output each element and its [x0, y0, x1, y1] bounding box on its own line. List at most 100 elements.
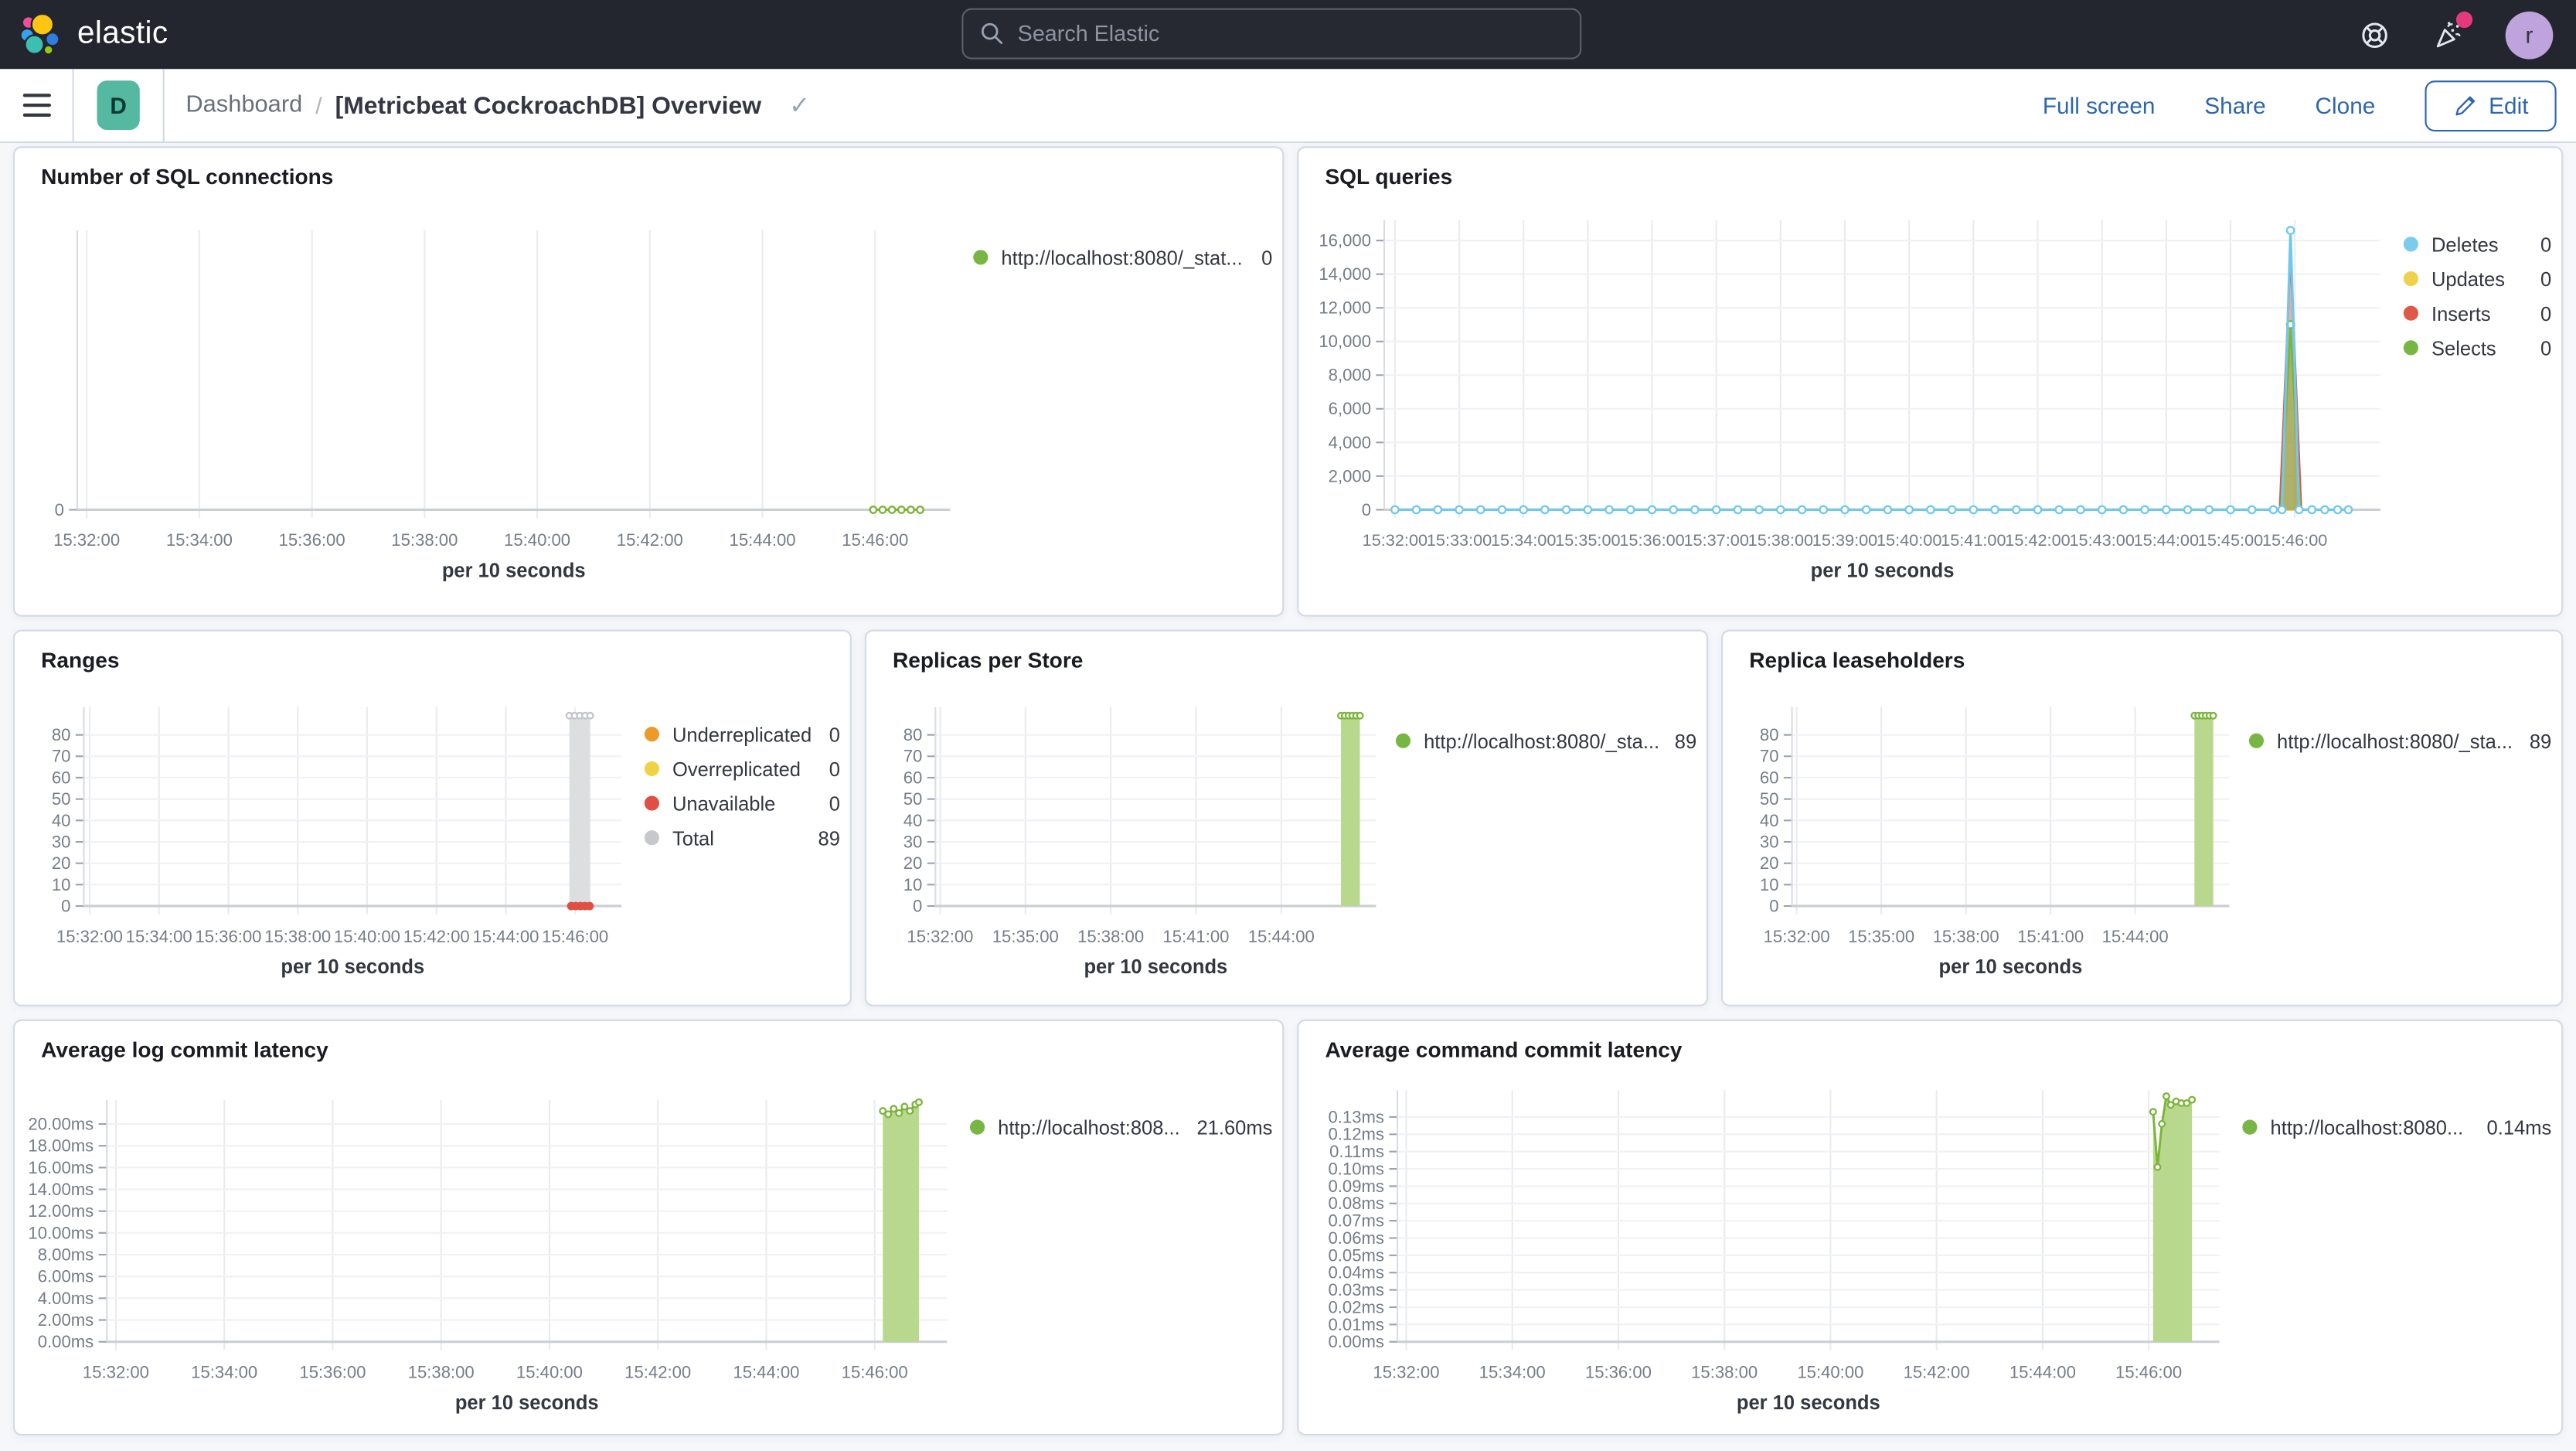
checkmark-icon[interactable]: ✓: [789, 90, 810, 120]
svg-text:2.00ms: 2.00ms: [38, 1310, 94, 1330]
panel-title: Number of SQL connections: [41, 164, 334, 189]
breadcrumb-dashboard-link[interactable]: Dashboard: [185, 92, 302, 118]
svg-text:15:41:00: 15:41:00: [2017, 927, 2084, 946]
svg-text:40: 40: [903, 811, 923, 830]
svg-text:15:34:00: 15:34:00: [1479, 1363, 1546, 1382]
legend-series-value: 89: [1674, 729, 1697, 753]
svg-text:15:45:00: 15:45:00: [2198, 530, 2263, 550]
divider: [162, 69, 165, 141]
panel-ranges: Ranges 15:32:00 15:34:00 15:36:00 15:38:00 1…: [13, 629, 852, 1008]
panel-sql-queries: SQL queries 15:32:00 15:33:00 15:34:00 15:3…: [1297, 146, 2564, 617]
legend-item[interactable]: Unavailable 0: [644, 786, 840, 821]
legend-series-label: Updates: [2431, 267, 2506, 291]
svg-text:15:39:00: 15:39:00: [1812, 530, 1877, 550]
legend-series-dot: [644, 830, 659, 846]
legend-series-value: 0: [2540, 232, 2552, 256]
svg-text:per 10 seconds: per 10 seconds: [442, 560, 586, 582]
chart-replicas-per-store[interactable]: 15:32:00 15:35:00 15:38:00 15:41:00 15:44:00…: [866, 677, 1396, 1008]
svg-text:15:44:00: 15:44:00: [2009, 1363, 2076, 1382]
svg-text:30: 30: [52, 832, 71, 851]
svg-text:0.00ms: 0.00ms: [38, 1332, 94, 1351]
chart-avg-log-commit-latency[interactable]: 15:32:00 15:34:00 15:36:00 15:38:00 15:40:00…: [15, 1067, 970, 1437]
svg-text:15:36:00: 15:36:00: [1585, 1363, 1652, 1382]
svg-text:6.00ms: 6.00ms: [38, 1267, 94, 1286]
chart-legend: http://localhost:8080/_stat... 0: [973, 194, 1282, 615]
search-input[interactable]: [1004, 19, 1564, 48]
search-icon: [981, 22, 1003, 44]
toolbar: D Dashboard / [Metricbeat CockroachDB] O…: [0, 69, 2576, 144]
legend-series-dot: [2403, 271, 2418, 287]
svg-text:16.00ms: 16.00ms: [28, 1158, 94, 1177]
svg-text:60: 60: [1760, 768, 1779, 787]
chart-avg-command-commit-latency[interactable]: 15:32:00 15:34:00 15:36:00 15:38:00 15:40:00…: [1298, 1067, 2242, 1437]
whats-new-button[interactable]: [2431, 11, 2473, 51]
legend-item[interactable]: http://localhost:8080/_stat... 0: [973, 240, 1272, 275]
svg-text:15:32:00: 15:32:00: [1764, 927, 1830, 946]
edit-button[interactable]: Edit: [2425, 80, 2557, 131]
legend-item[interactable]: Inserts 0: [2403, 296, 2551, 331]
menu-icon[interactable]: [0, 69, 73, 141]
svg-text:15:34:00: 15:34:00: [126, 927, 192, 946]
legend-series-dot: [2403, 340, 2418, 356]
svg-text:15:32:00: 15:32:00: [56, 927, 123, 946]
clone-button[interactable]: Clone: [2316, 92, 2376, 118]
share-button[interactable]: Share: [2204, 92, 2265, 118]
chart-replica-leaseholders[interactable]: 15:32:00 15:35:00 15:38:00 15:41:00 15:44:00…: [1723, 677, 2249, 1008]
svg-text:15:41:00: 15:41:00: [1162, 927, 1229, 946]
svg-text:15:38:00: 15:38:00: [1933, 927, 1999, 946]
svg-text:15:32:00: 15:32:00: [907, 927, 973, 946]
svg-text:0.00ms: 0.00ms: [1329, 1332, 1385, 1351]
svg-text:10: 10: [52, 875, 71, 894]
svg-text:15:46:00: 15:46:00: [2115, 1363, 2182, 1382]
edit-button-label: Edit: [2489, 92, 2529, 119]
legend-series-dot: [2403, 237, 2418, 252]
full-screen-button[interactable]: Full screen: [2043, 92, 2156, 118]
panel-title: Average log commit latency: [41, 1037, 328, 1063]
svg-text:15:36:00: 15:36:00: [1619, 530, 1684, 550]
svg-text:10: 10: [1760, 875, 1779, 894]
chart-sql-connections[interactable]: 15:32:00 15:34:00 15:36:00 15:38:00 15:40:00…: [15, 194, 973, 615]
svg-text:2,000: 2,000: [1329, 466, 1371, 485]
chart-ranges[interactable]: 15:32:00 15:34:00 15:36:00 15:38:00 15:40:00…: [15, 677, 645, 1008]
legend-item[interactable]: Total 89: [644, 820, 840, 855]
help-button[interactable]: [2357, 18, 2391, 51]
svg-text:20: 20: [903, 853, 923, 873]
svg-text:20.00ms: 20.00ms: [28, 1114, 94, 1133]
legend-item[interactable]: http://localhost:8080/_sta... 89: [1395, 724, 1697, 758]
chart-legend: http://localhost:808... 21.60ms: [969, 1067, 1282, 1433]
user-avatar[interactable]: r: [2505, 10, 2554, 59]
chart-sql-queries[interactable]: 15:32:0015:33:0015:34:0015:35:0015:36:00…: [1298, 194, 2400, 615]
divider: [72, 69, 74, 141]
svg-text:60: 60: [903, 768, 923, 787]
page-title: [Metricbeat CockroachDB] Overview: [335, 91, 762, 120]
svg-text:15:35:00: 15:35:00: [992, 927, 1059, 946]
legend-item[interactable]: http://localhost:8080... 0.14ms: [2242, 1110, 2551, 1145]
space-badge[interactable]: D: [97, 80, 140, 131]
panel-number-of-sql-connections: Number of SQL connections 15:32:00 15:34:…: [13, 146, 1285, 617]
svg-text:30: 30: [1760, 832, 1779, 851]
legend-series-label: http://localhost:808...: [998, 1115, 1180, 1139]
legend-item[interactable]: Deletes 0: [2403, 227, 2552, 262]
svg-text:60: 60: [52, 768, 71, 787]
svg-text:15:35:00: 15:35:00: [1555, 530, 1620, 550]
global-search[interactable]: [961, 8, 1582, 60]
elastic-logo[interactable]: elastic: [0, 13, 168, 56]
svg-text:80: 80: [1760, 725, 1779, 744]
svg-text:15:38:00: 15:38:00: [1077, 927, 1144, 946]
svg-text:15:42:00: 15:42:00: [403, 927, 470, 946]
svg-text:15:44:00: 15:44:00: [733, 1363, 799, 1382]
chart-legend: http://localhost:8080... 0.14ms: [2242, 1067, 2561, 1433]
svg-text:15:34:00: 15:34:00: [191, 1363, 257, 1382]
legend-item[interactable]: Updates 0: [2403, 261, 2551, 296]
legend-item[interactable]: http://localhost:8080/_sta... 89: [2248, 724, 2551, 758]
help-icon: [2361, 22, 2387, 47]
svg-text:15:38:00: 15:38:00: [264, 927, 331, 946]
legend-item[interactable]: Selects 0: [2403, 331, 2551, 366]
legend-item[interactable]: Overreplicated 0: [644, 751, 840, 786]
svg-text:0.09ms: 0.09ms: [1329, 1177, 1385, 1196]
svg-text:0.01ms: 0.01ms: [1329, 1315, 1385, 1334]
legend-item[interactable]: Underreplicated 0: [644, 717, 840, 751]
legend-item[interactable]: http://localhost:808... 21.60ms: [969, 1110, 1272, 1145]
svg-text:14.00ms: 14.00ms: [28, 1180, 94, 1199]
svg-text:15:34:00: 15:34:00: [1491, 530, 1556, 550]
